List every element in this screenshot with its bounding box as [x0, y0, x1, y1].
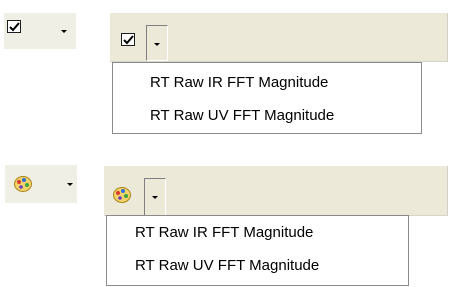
menu-item-uv[interactable]: RT Raw UV FFT Magnitude	[107, 254, 408, 278]
dropdown-menu: RT Raw IR FFT Magnitude RT Raw UV FFT Ma…	[112, 62, 422, 134]
dropdown-menu: RT Raw IR FFT Magnitude RT Raw UV FFT Ma…	[106, 215, 409, 286]
palette-split-button[interactable]	[106, 178, 168, 216]
dropdown-arrow-button[interactable]	[144, 178, 166, 216]
menu-item-uv[interactable]: RT Raw UV FFT Magnitude	[113, 104, 421, 128]
menu-item-ir[interactable]: RT Raw IR FFT Magnitude	[107, 221, 408, 245]
color-palette-icon	[113, 187, 131, 203]
chevron-down-icon	[154, 43, 160, 46]
palette-split-button-collapsed[interactable]	[5, 165, 77, 203]
dropdown-arrow-button[interactable]	[146, 25, 168, 61]
checkbox-icon	[7, 20, 21, 33]
chevron-down-icon	[152, 196, 158, 199]
checkbox-split-button-collapsed[interactable]	[4, 13, 76, 49]
checkbox-icon	[121, 33, 135, 46]
checkbox-split-button[interactable]	[116, 25, 170, 61]
menu-item-ir[interactable]: RT Raw IR FFT Magnitude	[113, 71, 421, 95]
chevron-down-icon[interactable]	[61, 30, 67, 33]
color-palette-icon	[14, 176, 32, 192]
chevron-down-icon[interactable]	[67, 183, 73, 186]
